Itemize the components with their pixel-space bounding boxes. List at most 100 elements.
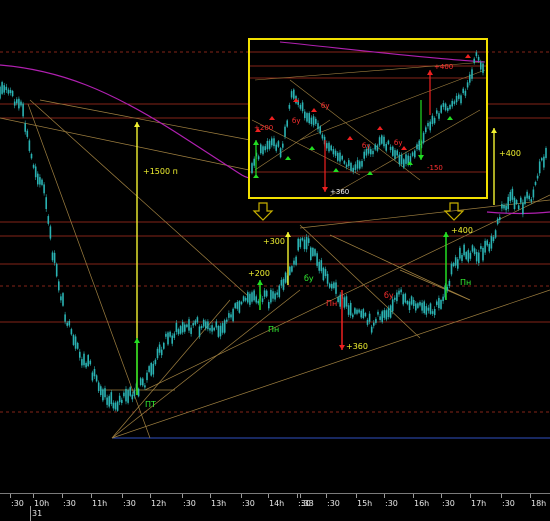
candle-body <box>301 102 304 112</box>
candle-body <box>79 351 81 358</box>
candle-body <box>352 167 354 172</box>
candle-body <box>260 144 262 154</box>
time-tick-mark <box>122 494 123 498</box>
candle-body <box>475 252 478 262</box>
pn-up-arrow-right-head <box>443 232 449 237</box>
candle-body <box>324 269 327 277</box>
candle-body <box>406 300 409 305</box>
candle-body <box>513 197 516 209</box>
candle-body <box>68 320 71 326</box>
candle-body <box>421 302 423 311</box>
inset-zoom-panel: +200 +400 +360 -150 бу бу бу бу <box>248 38 488 199</box>
candle-body <box>460 95 462 104</box>
time-tick-label: :30 <box>442 499 455 508</box>
candle-body <box>458 94 460 99</box>
candle-body <box>520 197 522 203</box>
inset-by-label-1: бу <box>292 117 300 125</box>
candle-body <box>331 283 333 289</box>
candle-body <box>190 327 192 334</box>
pt-label: ПТ <box>145 400 156 409</box>
candle-body <box>41 179 43 185</box>
candle-body <box>261 298 264 303</box>
candle-body <box>64 314 66 322</box>
candle-body <box>257 156 260 160</box>
candle-body <box>315 118 317 124</box>
candle-body <box>278 285 281 298</box>
candle-body <box>477 56 480 61</box>
candle-body <box>374 144 376 150</box>
candle-body <box>49 226 52 239</box>
candle-body <box>137 388 140 397</box>
inset-by-label-4: бу <box>394 139 402 147</box>
candle-body <box>148 366 150 372</box>
candle-body <box>484 240 486 253</box>
candle-body <box>366 319 369 325</box>
time-tick-mark <box>150 494 151 498</box>
plus400-arrow-head <box>491 128 497 133</box>
candle-body <box>509 191 512 202</box>
time-tick-mark <box>10 494 11 498</box>
chart-canvas[interactable]: +1500 п ПТ Пн бу Пн бу Пн +200 +300 +360… <box>0 0 550 493</box>
candle-body <box>312 247 314 257</box>
candle-body <box>301 237 304 241</box>
big-move-label: +1500 п <box>143 167 178 176</box>
price-chart[interactable]: +1500 п ПТ Пн бу Пн бу Пн +200 +300 +360… <box>0 0 550 521</box>
candle-body <box>462 88 464 93</box>
candle-body <box>339 294 341 307</box>
candle-body <box>499 217 501 221</box>
time-tick-label: :33 <box>301 499 314 508</box>
candle-body <box>378 137 381 146</box>
candle-body <box>471 245 474 252</box>
candle-body <box>453 101 456 104</box>
trend-line <box>299 224 421 339</box>
candle-body <box>320 260 323 272</box>
candle-body <box>466 82 469 88</box>
candle-body <box>289 266 291 275</box>
candle-body <box>517 205 520 210</box>
candle-body <box>467 250 470 262</box>
candle-body <box>22 103 24 117</box>
candle-body <box>37 173 39 185</box>
time-tick-mark <box>530 494 531 498</box>
date-label: 31 <box>32 509 43 518</box>
moving-average-line <box>486 211 550 215</box>
candle-body <box>282 279 285 290</box>
time-tick-label: :30 <box>327 499 340 508</box>
candle-body <box>358 309 360 313</box>
candle-body <box>167 332 169 345</box>
candle-body <box>62 293 64 306</box>
candle-body <box>58 281 60 291</box>
plus300-arrow-head <box>285 232 291 237</box>
candle-body <box>433 117 436 124</box>
candle-body <box>450 263 453 275</box>
candle-body <box>118 395 121 403</box>
candle-body <box>425 306 428 315</box>
time-axis[interactable]: :30 10h:30 11h:30 12h:30 13h:30 14h:30:33:30 1… <box>0 493 550 521</box>
candle-body <box>461 254 463 261</box>
candle-body <box>280 279 283 286</box>
by-label-1: бу <box>304 274 314 283</box>
inset-plus400-label: +400 <box>434 63 453 71</box>
candle-body <box>81 359 83 366</box>
candle-body <box>541 158 543 161</box>
candle-body <box>293 89 295 99</box>
candle-body <box>332 149 335 155</box>
candle-body <box>152 363 155 375</box>
candle-body <box>486 240 488 246</box>
time-tick-mark <box>268 494 269 498</box>
candle-body <box>511 188 514 200</box>
candle-body <box>217 325 220 337</box>
candle-body <box>83 353 85 366</box>
candle-body <box>436 110 438 114</box>
candle-body <box>87 355 89 367</box>
candle-body <box>5 86 8 91</box>
time-tick-mark <box>210 494 211 498</box>
candle-body <box>66 322 68 326</box>
candle-body <box>303 239 306 250</box>
candle-body <box>372 150 374 155</box>
time-tick-mark <box>62 494 63 498</box>
candle-body <box>333 282 335 289</box>
candle-body <box>449 104 451 110</box>
candle-body <box>321 134 324 139</box>
time-tick-mark <box>441 494 442 498</box>
